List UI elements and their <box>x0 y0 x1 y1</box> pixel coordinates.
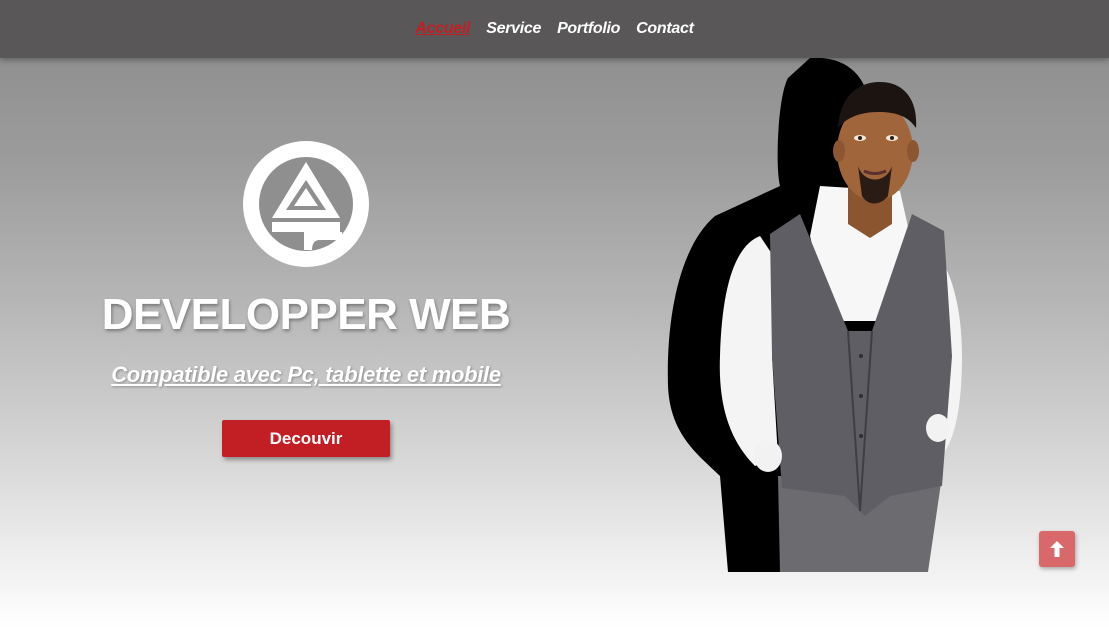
developer-illustration-icon <box>667 57 962 572</box>
hero-subtitle: Compatible avec Pc, tablette et mobile <box>111 362 501 387</box>
hero-title: DEVELOPPER WEB <box>101 290 511 339</box>
nav-item-service: Service <box>486 20 541 38</box>
nav-item-portfolio: Portfolio <box>557 20 620 38</box>
nav-link-portfolio[interactable]: Portfolio <box>557 20 620 37</box>
discover-button[interactable]: Decouvir <box>222 420 390 457</box>
nav-item-contact: Contact <box>636 20 694 38</box>
brand-logo-icon <box>243 141 369 267</box>
nav-link-service[interactable]: Service <box>486 20 541 37</box>
nav-item-accueil: Accueil <box>415 20 470 38</box>
nav-menu: Accueil Service Portfolio Contact <box>415 20 694 38</box>
nav-link-contact[interactable]: Contact <box>636 20 694 37</box>
nav-link-accueil[interactable]: Accueil <box>415 20 470 37</box>
scroll-to-top-button[interactable] <box>1039 531 1075 567</box>
arrow-up-icon <box>1050 541 1064 557</box>
hero-section: DEVELOPPER WEB Compatible avec Pc, table… <box>100 140 512 457</box>
top-navbar: Accueil Service Portfolio Contact <box>0 0 1109 58</box>
